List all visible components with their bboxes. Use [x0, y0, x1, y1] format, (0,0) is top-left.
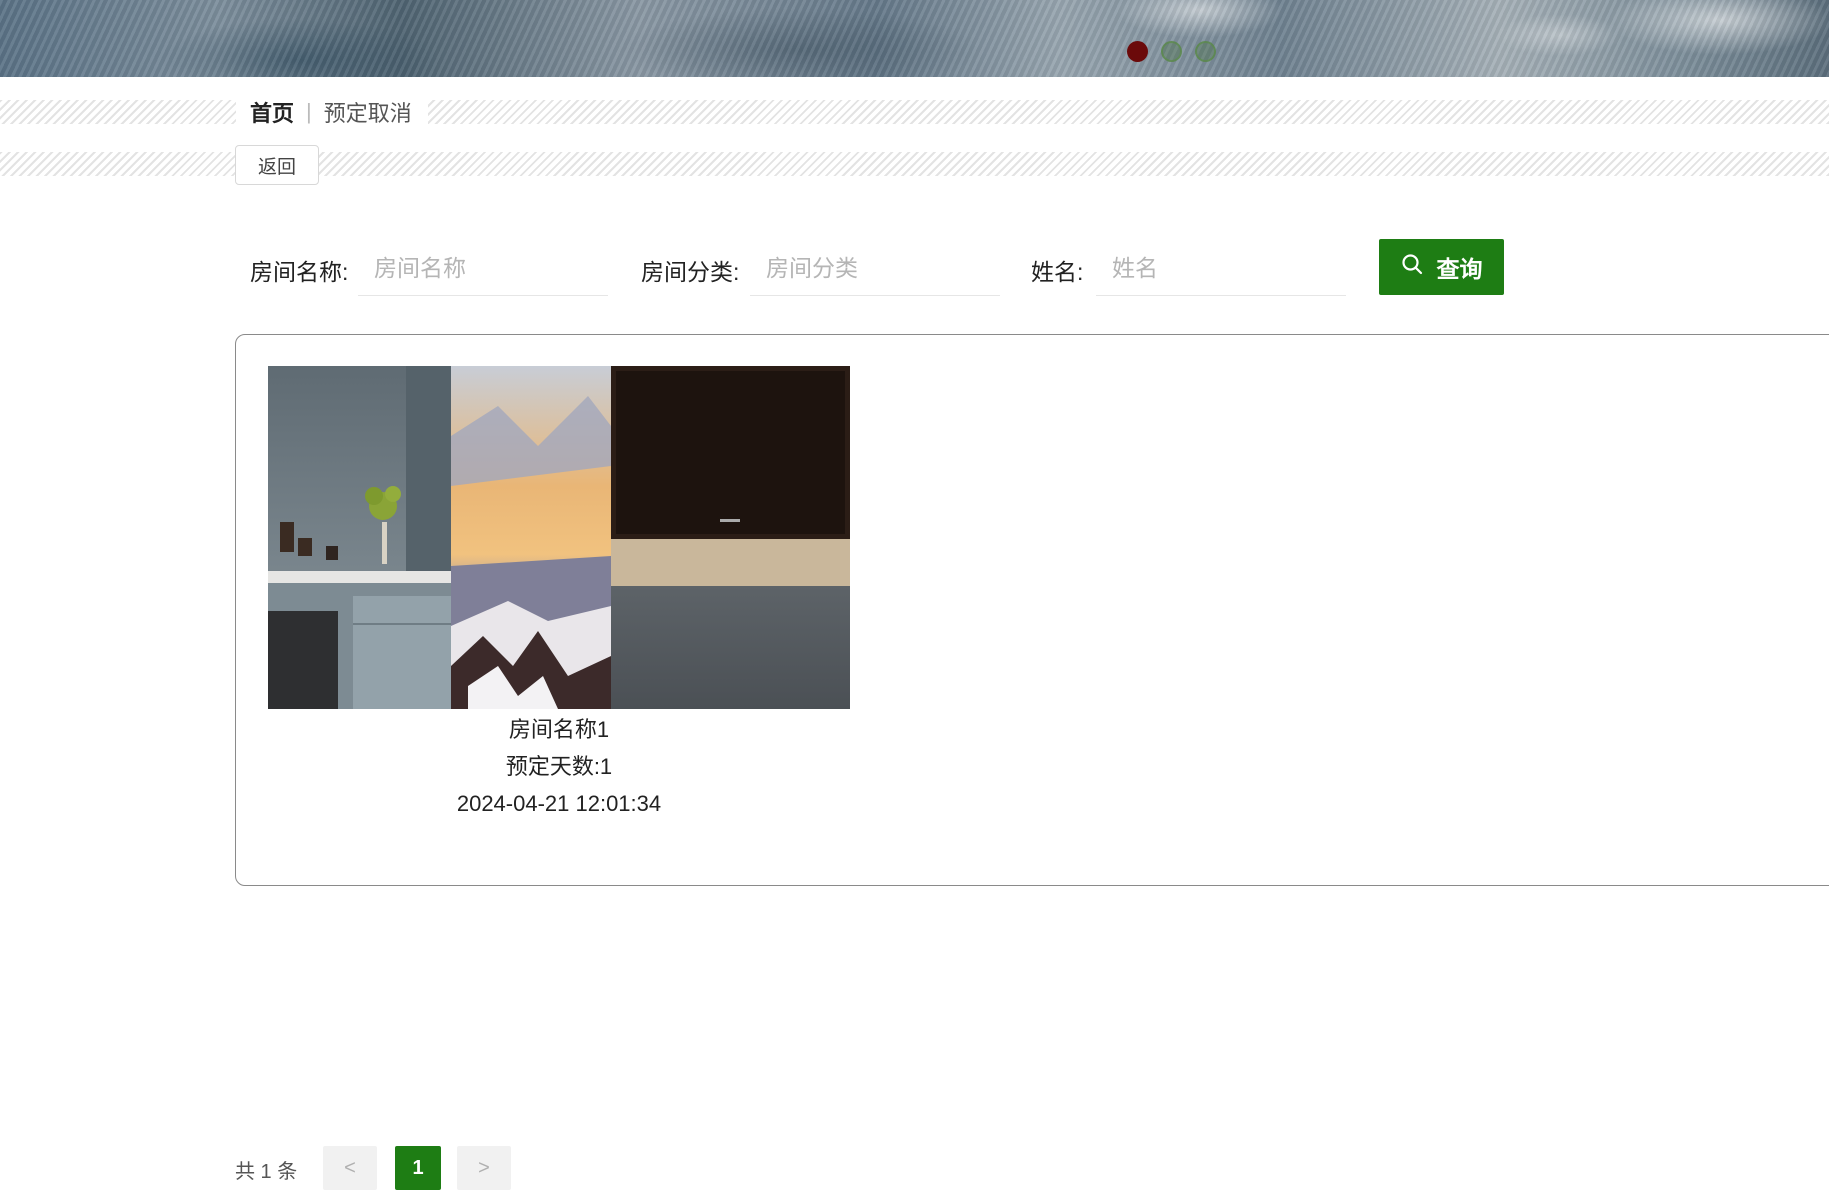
search-button[interactable]: 查询: [1379, 239, 1504, 295]
breadcrumb-separator: |: [306, 99, 312, 124]
booking-card[interactable]: 房间名称1 预定天数:1 2024-04-21 12:01:34: [268, 366, 850, 822]
page-1-button[interactable]: 1: [395, 1146, 441, 1190]
booking-time: 2024-04-21 12:01:34: [456, 791, 662, 816]
guest-name-input[interactable]: [1096, 242, 1346, 296]
room-name: 房间名称1: [508, 717, 610, 742]
search-button-label: 查询: [1436, 256, 1483, 282]
breadcrumb-current: 预定取消: [323, 101, 412, 126]
carousel-indicators: [1127, 41, 1216, 62]
top-banner: [0, 0, 1829, 77]
breadcrumb: 首页 | 预定取消: [236, 90, 428, 134]
pagination-total: 共 1 条: [235, 1161, 298, 1183]
back-button[interactable]: 返回: [235, 145, 319, 185]
breadcrumb-home[interactable]: 首页: [250, 96, 294, 128]
booking-days: 预定天数:1: [505, 754, 613, 779]
room-category-label: 房间分类:: [641, 259, 740, 285]
room-name-input[interactable]: [358, 242, 608, 296]
carousel-dot-1[interactable]: [1127, 41, 1148, 62]
prev-page-button[interactable]: <: [323, 1146, 377, 1190]
room-photo[interactable]: [268, 366, 850, 709]
search-icon: [1401, 253, 1423, 281]
next-page-button[interactable]: >: [457, 1146, 511, 1190]
carousel-dot-2[interactable]: [1161, 41, 1182, 62]
carousel-dot-3[interactable]: [1195, 41, 1216, 62]
guest-name-label: 姓名:: [1031, 259, 1084, 285]
results-panel: 房间名称1 预定天数:1 2024-04-21 12:01:34: [235, 334, 1829, 886]
room-name-label: 房间名称:: [250, 259, 349, 285]
room-category-input[interactable]: [750, 242, 1000, 296]
